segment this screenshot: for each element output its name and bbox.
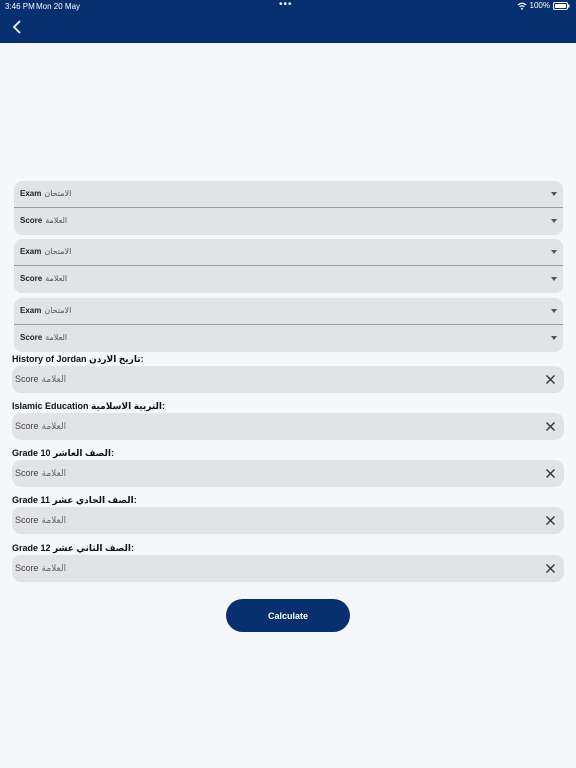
exam-label-ar: الامتحان [44,189,72,198]
clear-icon[interactable] [545,374,556,385]
placeholder-en: Score [15,515,39,525]
exam-label-ar: الامتحان [44,247,72,256]
status-time: 3:46 PM [5,2,35,11]
grade-11-input[interactable]: Score العلامة [12,507,564,534]
score-label-ar: العلامة [45,333,68,342]
score-dropdown-3[interactable]: Score العلامة [14,325,563,352]
grade-11-label: Grade 11 الصف الحادي عشر: [12,495,137,505]
exam-label-en: Exam [20,189,42,198]
history-of-jordan-label: History of Jordan تاريخ الاردن: [12,354,144,364]
history-of-jordan-input[interactable]: Score العلامة [12,366,564,393]
placeholder-ar: العلامة [41,563,67,573]
score-label-ar: العلامة [45,216,68,225]
placeholder-ar: العلامة [41,421,67,431]
caret-down-icon [551,277,557,281]
exam-dropdown-3[interactable]: Exam الامتحان [14,298,563,325]
exam-label-en: Exam [20,247,42,256]
clear-icon[interactable] [545,515,556,526]
back-chevron-icon[interactable] [10,19,24,35]
grade-12-label: Grade 12 الصف الثاني عشر: [12,543,134,553]
score-dropdown-1[interactable]: Score العلامة [14,208,563,235]
clear-icon[interactable] [545,563,556,574]
islamic-education-label: Islamic Education التربية الاسلامية: [12,401,165,411]
status-bar: 3:46 PM Mon 20 May ••• 100% [0,0,576,14]
clear-icon[interactable] [545,468,556,479]
exam-dropdown-2[interactable]: Exam الامتحان [14,239,563,266]
calculate-button[interactable]: Calculate [226,599,350,632]
multitask-dots-icon[interactable]: ••• [279,0,293,10]
exam-dropdown-1[interactable]: Exam الامتحان [14,181,563,208]
grade-10-label: Grade 10 الصف العاشر: [12,448,114,458]
placeholder-en: Score [15,374,39,384]
battery-icon [553,1,570,10]
caret-down-icon [551,250,557,254]
grade-12-input[interactable]: Score العلامة [12,555,564,582]
score-label-en: Score [20,333,43,342]
caret-down-icon [551,219,557,223]
placeholder-en: Score [15,563,39,573]
placeholder-en: Score [15,421,39,431]
battery-percent: 100% [529,1,550,10]
score-dropdown-2[interactable]: Score العلامة [14,266,563,293]
score-label-en: Score [20,274,43,283]
exam-label-en: Exam [20,306,42,315]
score-label-ar: العلامة [45,274,68,283]
grade-10-input[interactable]: Score العلامة [12,460,564,487]
caret-down-icon [551,336,557,340]
wifi-icon [517,2,526,10]
placeholder-ar: العلامة [41,374,67,384]
caret-down-icon [551,309,557,313]
placeholder-ar: العلامة [41,468,67,478]
status-date: Mon 20 May [36,2,81,11]
placeholder-en: Score [15,468,39,478]
placeholder-ar: العلامة [41,515,67,525]
caret-down-icon [551,192,557,196]
islamic-education-input[interactable]: Score العلامة [12,413,564,440]
status-right: 100% [517,1,570,10]
clear-icon[interactable] [545,421,556,432]
exam-label-ar: الامتحان [44,306,72,315]
app-header: 3:46 PM Mon 20 May ••• 100% [0,0,576,43]
score-label-en: Score [20,216,43,225]
